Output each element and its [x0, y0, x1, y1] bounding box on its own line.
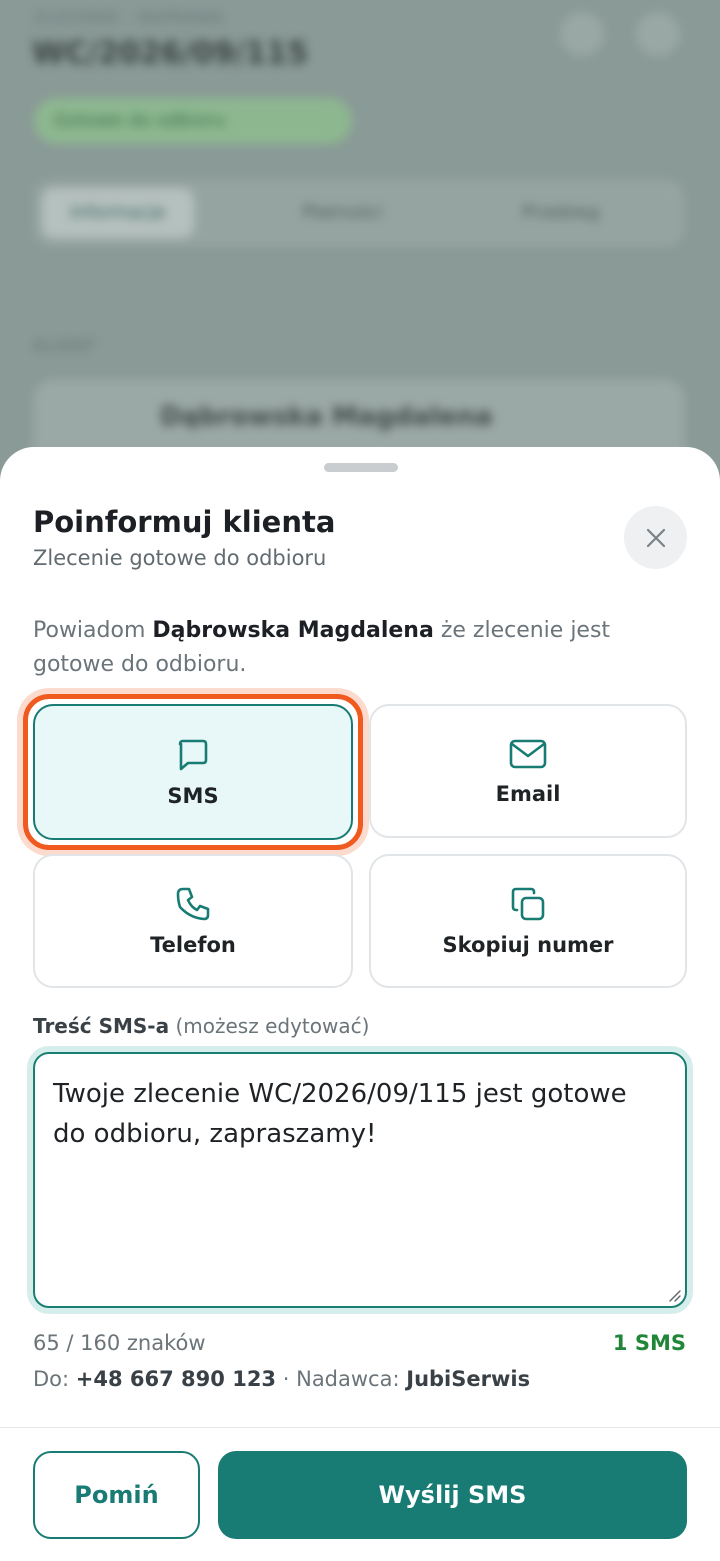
- recipient-info: Do: +48 667 890 123 · Nadawca: JubiSerwi…: [33, 1367, 530, 1391]
- sms-count: 1 SMS: [612, 1331, 686, 1355]
- meta-separator: ·: [282, 1367, 290, 1391]
- option-phone[interactable]: Telefon: [33, 854, 353, 988]
- option-sms[interactable]: SMS: [33, 704, 353, 840]
- message-icon: [178, 739, 208, 771]
- status-badge: Gotowe do odbioru: [34, 98, 352, 144]
- message-label-hint: (możesz edytować): [175, 1014, 370, 1038]
- background-page: ZLECENIE · NAPRAWA WC/2026/09/115 Gotowe…: [0, 0, 720, 470]
- skip-button[interactable]: Pomiń: [33, 1451, 200, 1539]
- intro-client-name: Dąbrowska Magdalena: [152, 618, 434, 643]
- order-number: WC/2026/09/115: [32, 36, 308, 71]
- tab-info: Informacje: [42, 188, 194, 238]
- tab-history: Przebieg: [522, 202, 600, 223]
- intro-prefix: Powiadom: [33, 618, 146, 643]
- to-label: Do:: [33, 1367, 70, 1391]
- option-email[interactable]: Email: [369, 704, 687, 838]
- print-icon-button: [560, 12, 604, 56]
- option-phone-label: Telefon: [150, 933, 236, 957]
- send-sms-button[interactable]: Wyślij SMS: [218, 1451, 687, 1539]
- more-icon-button: [636, 12, 680, 56]
- sender-name: JubiSerwis: [406, 1367, 531, 1391]
- message-label: Treść SMS-a (możesz edytować): [33, 1014, 369, 1038]
- tab-bar: Informacje Płatności Przebieg: [34, 180, 684, 246]
- sender-label: Nadawca:: [296, 1367, 400, 1391]
- char-counter: 65 / 160 znaków: [33, 1331, 206, 1355]
- mail-icon: [509, 739, 547, 769]
- close-icon: [646, 528, 665, 547]
- message-textarea[interactable]: Twoje zlecenie WC/2026/09/115 jest gotow…: [33, 1052, 687, 1308]
- sheet-grabber[interactable]: [324, 463, 398, 472]
- message-text[interactable]: Twoje zlecenie WC/2026/09/115 jest gotow…: [53, 1074, 663, 1154]
- recipient-phone: +48 667 890 123: [75, 1367, 277, 1391]
- notify-client-sheet: Poinformuj klienta Zlecenie gotowe do od…: [0, 447, 720, 1561]
- section-label: KLIENT: [34, 336, 96, 355]
- option-email-label: Email: [495, 782, 561, 806]
- sheet-subtitle: Zlecenie gotowe do odbioru: [33, 546, 327, 570]
- close-button[interactable]: [624, 506, 687, 569]
- option-copy-number[interactable]: Skopiuj numer: [369, 854, 687, 988]
- resize-handle-icon[interactable]: [667, 1288, 681, 1302]
- phone-icon: [176, 887, 210, 921]
- sheet-title: Poinformuj klienta: [33, 505, 336, 539]
- option-sms-label: SMS: [167, 784, 219, 808]
- tab-payments: Płatności: [302, 202, 383, 223]
- message-label-title: Treść SMS-a: [33, 1014, 170, 1038]
- client-name: Dąbrowska Magdalena: [160, 402, 493, 432]
- intro-text: Powiadom Dąbrowska Magdalena że zlecenie…: [33, 614, 673, 682]
- copy-icon: [511, 887, 545, 921]
- option-copy-number-label: Skopiuj numer: [442, 933, 614, 957]
- breadcrumb: ZLECENIE · NAPRAWA: [34, 8, 225, 27]
- footer-divider: [0, 1427, 720, 1428]
